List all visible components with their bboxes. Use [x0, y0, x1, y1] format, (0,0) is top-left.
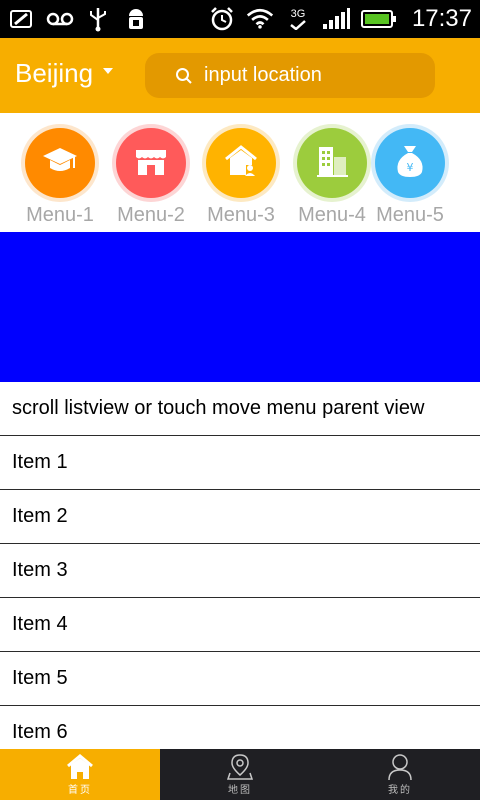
- profile-icon: [386, 753, 414, 781]
- menu-item-4[interactable]: Menu-4: [287, 128, 377, 228]
- menu-item-4-circle: [297, 128, 367, 198]
- menu-item-4-label: Menu-4: [298, 204, 366, 226]
- banner-area[interactable]: [0, 232, 480, 382]
- list-item[interactable]: Item 6: [0, 706, 480, 749]
- network-3g-label: 3G: [290, 7, 306, 20]
- status-time: 17:37: [411, 5, 472, 32]
- android-icon: [122, 5, 150, 33]
- menu-item-5-label: Menu-5: [376, 204, 444, 226]
- tab-profile[interactable]: 我的: [320, 749, 480, 800]
- list-item[interactable]: Item 4: [0, 598, 480, 652]
- search-placeholder: input location: [204, 64, 322, 86]
- battery-icon: [360, 5, 398, 33]
- graduation-cap-icon: [41, 144, 79, 183]
- menu-item-3-label: Menu-3: [207, 204, 275, 226]
- list-item[interactable]: Item 3: [0, 544, 480, 598]
- menu-item-3[interactable]: Menu-3: [196, 128, 286, 228]
- top-header: Beijing input location: [0, 38, 480, 113]
- usb-icon: [84, 5, 112, 33]
- bottom-nav: 首页 地图 我的: [0, 749, 480, 800]
- buildings-icon: [313, 143, 351, 184]
- status-right-icons: 3G 17:37: [208, 5, 472, 33]
- signal-bars-icon: [322, 5, 350, 33]
- map-pin-icon: [226, 753, 254, 781]
- wifi-icon: [246, 5, 274, 33]
- list-item[interactable]: Item 5: [0, 652, 480, 706]
- tab-map-label: 地图: [228, 785, 252, 796]
- money-bag-icon: ¥: [391, 142, 429, 185]
- city-selector[interactable]: Beijing: [15, 58, 114, 89]
- sim-card-icon: [8, 5, 36, 33]
- search-input[interactable]: input location: [145, 53, 435, 98]
- menu-item-1-circle: [25, 128, 95, 198]
- voicemail-icon: [46, 5, 74, 33]
- list-item[interactable]: scroll listview or touch move menu paren…: [0, 382, 480, 436]
- menu-item-2-circle: [116, 128, 186, 198]
- menu-item-2[interactable]: Menu-2: [106, 128, 196, 228]
- menu-item-5-circle: ¥: [375, 128, 445, 198]
- menu-item-5[interactable]: ¥ Menu-5: [365, 128, 455, 228]
- network-3g-icon: 3G: [284, 5, 312, 33]
- menu-item-1[interactable]: Menu-1: [15, 128, 105, 228]
- list-item[interactable]: Item 2: [0, 490, 480, 544]
- tab-home[interactable]: 首页: [0, 749, 160, 800]
- list-item[interactable]: Item 1: [0, 436, 480, 490]
- svg-text:¥: ¥: [407, 161, 414, 174]
- tab-home-label: 首页: [68, 785, 92, 796]
- tab-map[interactable]: 地图: [160, 749, 320, 800]
- home-person-icon: [222, 143, 260, 184]
- menu-item-2-label: Menu-2: [117, 204, 185, 226]
- alarm-icon: [208, 5, 236, 33]
- status-bar: 3G 17:37: [0, 0, 480, 38]
- menu-item-1-label: Menu-1: [26, 204, 94, 226]
- city-label: Beijing: [15, 58, 94, 88]
- home-icon: [66, 753, 94, 781]
- item-list[interactable]: scroll listview or touch move menu paren…: [0, 382, 480, 749]
- tab-profile-label: 我的: [388, 785, 412, 796]
- menu-row: Menu-1 Menu-2 Menu-3 Menu-4 ¥ Menu-5: [0, 113, 480, 232]
- shop-icon: [132, 144, 170, 183]
- status-left-icons: [8, 5, 150, 33]
- search-icon: [175, 67, 193, 85]
- chevron-down-icon: [103, 67, 114, 74]
- menu-item-3-circle: [206, 128, 276, 198]
